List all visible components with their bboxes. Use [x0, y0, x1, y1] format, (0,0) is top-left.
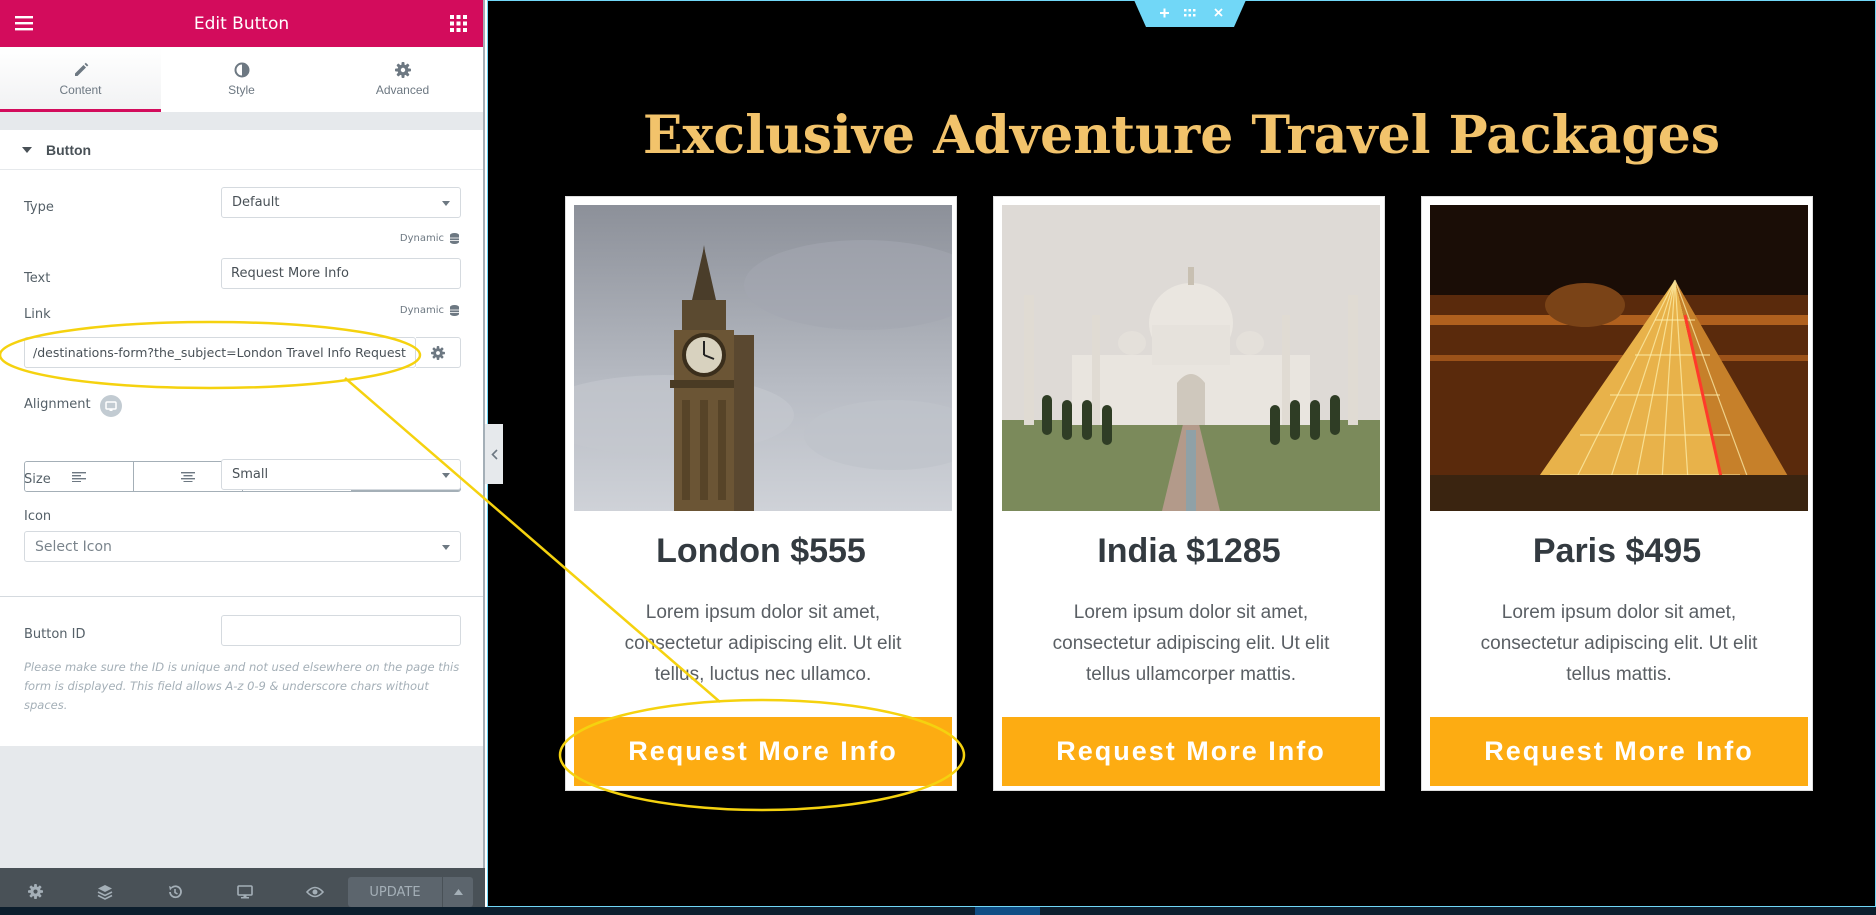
gear-icon	[431, 345, 445, 360]
request-more-info-button[interactable]: Request More Info	[574, 717, 952, 786]
gear-icon	[394, 62, 411, 78]
package-card-london: London $555 Lorem ipsum dolor sit amet, …	[565, 196, 957, 791]
panel-tabs: Content Style Advanced	[0, 47, 483, 112]
link-label: Link	[24, 307, 51, 322]
dynamic-label-link: Dynamic	[399, 305, 444, 316]
india-taj-mahal-image	[1002, 205, 1380, 511]
card-title: India $1285	[1097, 532, 1281, 570]
card-description: Lorem ipsum dolor sit amet, consectetur …	[1052, 602, 1330, 685]
section-spacer	[0, 112, 483, 130]
responsive-device-icon[interactable]	[100, 395, 122, 417]
icon-select-placeholder: Select Icon	[35, 538, 112, 555]
request-more-info-button[interactable]: Request More Info	[1430, 717, 1808, 786]
chevron-down-icon	[442, 545, 450, 550]
button-id-input[interactable]	[221, 615, 461, 646]
history-icon	[169, 884, 182, 898]
london-big-ben-image	[574, 205, 952, 511]
link-options-button[interactable]	[416, 337, 461, 368]
tab-content-label: Content	[59, 83, 102, 97]
alignment-label: Alignment	[24, 397, 91, 412]
eye-icon	[306, 886, 324, 897]
update-button[interactable]: UPDATE	[348, 877, 442, 907]
editor-panel: Edit Button Content Style Advanced Butto…	[0, 0, 485, 915]
half-circle-icon	[234, 62, 249, 78]
taskbar-strip	[0, 907, 1876, 915]
widgets-grid-icon[interactable]	[450, 15, 467, 32]
size-select[interactable]: Small	[221, 459, 461, 490]
page-headline: Exclusive Adventure Travel Packages	[642, 105, 1721, 166]
chevron-left-icon	[490, 448, 498, 460]
size-label: Size	[24, 472, 51, 487]
tab-style-label: Style	[228, 83, 255, 97]
gear-icon	[27, 884, 43, 899]
section-divider	[0, 596, 483, 614]
card-title: Paris $495	[1532, 532, 1702, 570]
desktop-icon	[237, 884, 253, 898]
type-select[interactable]: Default	[221, 187, 461, 218]
panel-header: Edit Button	[0, 0, 483, 47]
tab-advanced[interactable]: Advanced	[322, 47, 483, 112]
tab-content[interactable]: Content	[0, 47, 161, 112]
card-title: London $555	[656, 532, 866, 570]
update-options-button[interactable]	[443, 877, 473, 907]
text-input[interactable]: Request More Info	[221, 258, 461, 289]
database-icon	[450, 305, 459, 316]
text-dynamic-toggle[interactable]: Dynamic	[400, 233, 459, 244]
icon-label: Icon	[24, 509, 52, 524]
section-header-button[interactable]: Button	[0, 130, 483, 170]
request-more-info-button[interactable]: Request More Info	[1002, 717, 1380, 786]
caret-up-icon	[453, 889, 463, 895]
paris-louvre-pyramid-image	[1430, 205, 1808, 511]
dynamic-label: Dynamic	[399, 233, 444, 244]
link-url-input[interactable]: /destinations-form?the_subject=London Tr…	[24, 337, 416, 368]
pencil-icon	[74, 62, 88, 76]
button-id-label: Button ID	[24, 627, 86, 642]
link-dynamic-toggle[interactable]: Dynamic	[400, 305, 459, 316]
app-root: Edit Button Content Style Advanced Butto…	[0, 0, 1876, 915]
section-handle[interactable]	[1134, 0, 1246, 27]
size-select-value: Small	[232, 467, 269, 482]
align-center-icon	[181, 471, 195, 482]
taskbar-highlight	[975, 907, 1040, 915]
layers-icon	[97, 884, 113, 900]
chevron-down-icon	[442, 473, 450, 478]
card-description: Lorem ipsum dolor sit amet, consectetur …	[1480, 602, 1758, 685]
card-description: Lorem ipsum dolor sit amet, consectetur …	[624, 602, 902, 685]
align-left-icon	[72, 471, 86, 482]
type-select-value: Default	[232, 195, 280, 210]
hamburger-menu-icon[interactable]	[14, 13, 34, 33]
package-card-india: India $1285 Lorem ipsum dolor sit amet, …	[993, 196, 1385, 791]
panel-title: Edit Button	[193, 13, 290, 34]
button-controls: Type Default Dynamic Text Request More I…	[0, 170, 483, 596]
database-icon	[450, 233, 459, 244]
tab-style[interactable]: Style	[161, 47, 322, 112]
caret-down-icon	[22, 146, 32, 153]
button-id-help-text: Please make sure the ID is unique and no…	[24, 660, 460, 712]
section-title: Button	[46, 141, 92, 158]
collapse-panel-button[interactable]	[485, 424, 503, 484]
button-id-section: Button ID Please make sure the ID is uni…	[0, 614, 483, 746]
chevron-down-icon	[442, 201, 450, 206]
type-label: Type	[24, 200, 54, 215]
icon-select[interactable]: Select Icon	[24, 531, 461, 562]
package-card-paris: Paris $495 Lorem ipsum dolor sit amet, c…	[1421, 196, 1813, 791]
text-label: Text	[24, 271, 51, 286]
tab-advanced-label: Advanced	[375, 83, 430, 97]
